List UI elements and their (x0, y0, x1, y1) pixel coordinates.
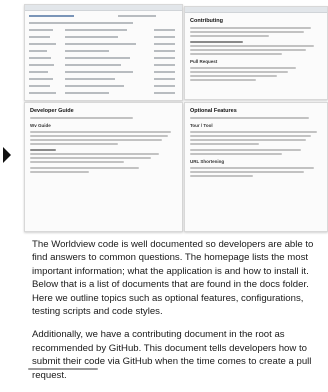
file-row (29, 28, 178, 32)
screenshot-repo-file-list (24, 4, 183, 101)
paragraph (190, 117, 322, 119)
paragraph (30, 167, 177, 173)
file-list (25, 28, 182, 95)
section-heading: Wv Guide (30, 123, 51, 128)
file-row (29, 91, 178, 95)
panel-title: Optional Features (190, 108, 237, 114)
paragraph (190, 167, 322, 177)
section-heading: URL Shortening (190, 159, 225, 164)
file-row (29, 42, 178, 46)
paragraph (30, 131, 177, 145)
panel-title: Contributing (190, 18, 223, 24)
file-row (29, 77, 178, 81)
paragraph (190, 149, 322, 155)
section-heading: Tour / Tool (190, 123, 213, 128)
screenshot-contributing-doc: Contributing Pull Request (184, 6, 328, 100)
paragraph (30, 153, 177, 163)
paragraph (190, 131, 322, 145)
file-row (29, 35, 178, 39)
repo-header-row (29, 14, 178, 18)
paragraph (190, 45, 322, 55)
commit-row (29, 21, 178, 25)
figure-source-caption (28, 366, 98, 370)
paragraph-contributing: Additionally, we have a contributing doc… (32, 329, 312, 381)
paragraph-documentation: The Worldview code is well documented so… (32, 239, 314, 318)
file-row (29, 49, 178, 53)
section-heading: Pull Request (190, 59, 218, 64)
screenshot-developer-guide: Developer Guide Wv Guide (24, 102, 183, 232)
chevron-right-icon (3, 147, 11, 163)
screenshot-optional-features: Optional Features Tour / Tool URL Shorte… (184, 102, 328, 232)
panel-title: Developer Guide (30, 108, 74, 114)
paragraph (30, 117, 177, 119)
section-heading (190, 41, 322, 43)
paragraph (190, 67, 322, 81)
paragraph (190, 27, 322, 37)
section-heading (30, 149, 177, 151)
browser-toolbar (25, 5, 182, 11)
file-row (29, 70, 178, 74)
file-row (29, 84, 178, 88)
file-row (29, 63, 178, 67)
browser-toolbar (185, 7, 327, 13)
file-row (29, 56, 178, 60)
